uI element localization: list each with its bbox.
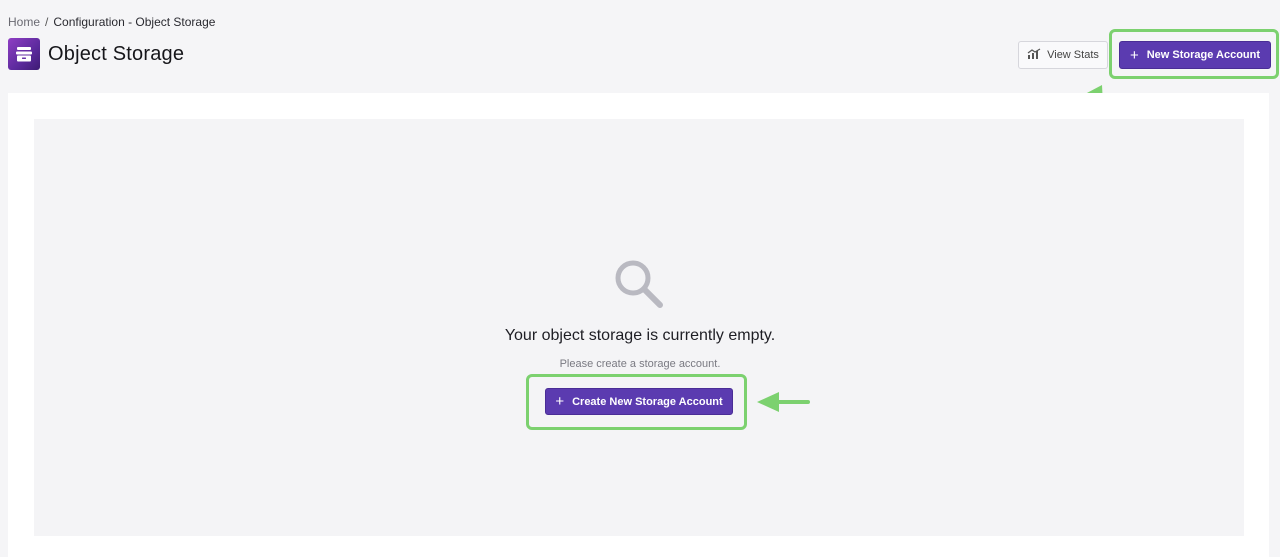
- chart-stats-icon: [1027, 47, 1041, 63]
- search-icon: [615, 260, 663, 308]
- breadcrumb-separator: /: [45, 15, 49, 29]
- view-stats-button[interactable]: View Stats: [1018, 41, 1108, 69]
- new-storage-account-label: New Storage Account: [1146, 49, 1261, 61]
- page-header: Object Storage: [8, 38, 184, 70]
- empty-state-subtitle: Please create a storage account.: [559, 358, 721, 370]
- breadcrumb: Home / Configuration - Object Storage: [8, 15, 215, 29]
- breadcrumb-current: Configuration - Object Storage: [53, 15, 216, 29]
- breadcrumb-home-link[interactable]: Home: [8, 15, 40, 29]
- empty-state-title: Your object storage is currently empty.: [504, 327, 776, 344]
- create-storage-account-label: Create New Storage Account: [572, 395, 723, 408]
- create-storage-account-button[interactable]: + Create New Storage Account: [545, 388, 733, 415]
- storage-box-icon: [8, 38, 40, 70]
- plus-icon: +: [1129, 46, 1139, 64]
- new-storage-account-button[interactable]: + New Storage Account: [1119, 41, 1271, 69]
- annotation-arrow-left-icon: [757, 392, 810, 412]
- view-stats-label: View Stats: [1047, 49, 1099, 61]
- plus-icon: +: [555, 393, 565, 410]
- page-title: Object Storage: [48, 42, 185, 65]
